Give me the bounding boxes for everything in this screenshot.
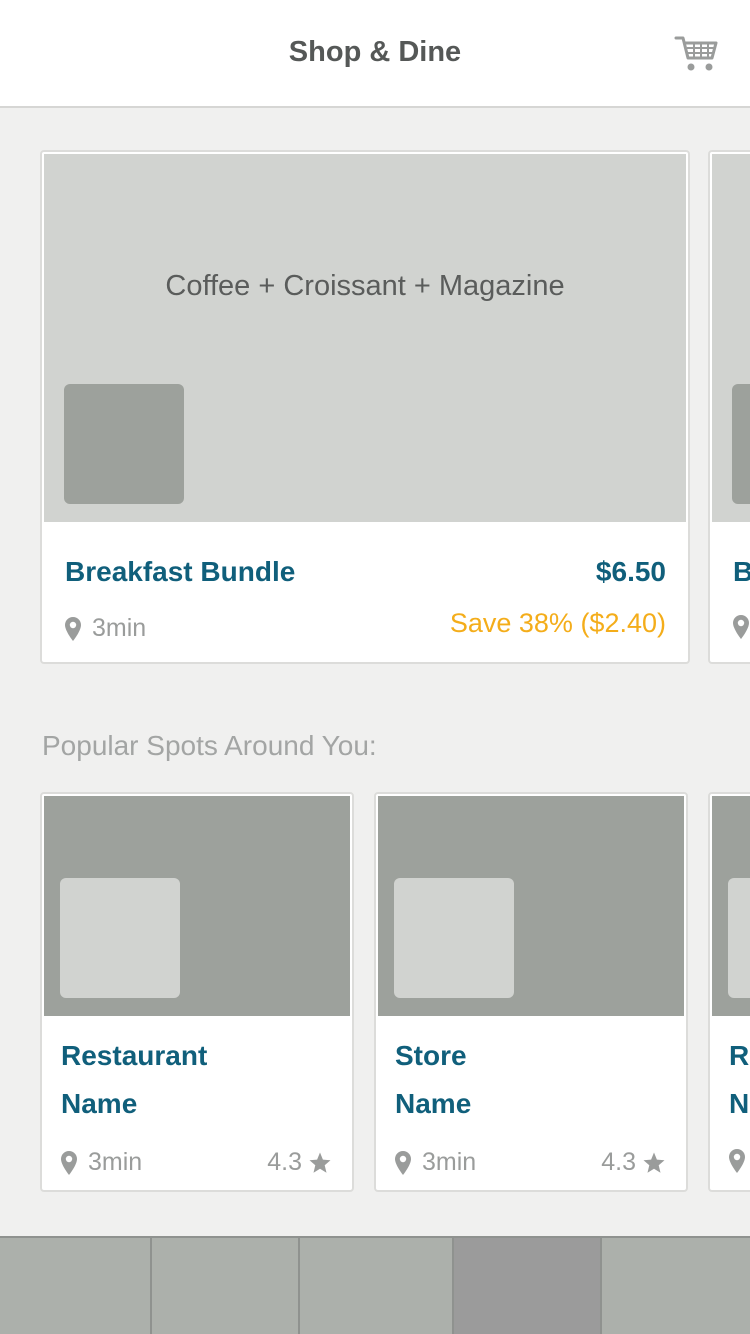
tab-4-active[interactable]: [454, 1238, 602, 1334]
spot-time: 3min: [88, 1148, 143, 1176]
bottom-tab-bar: [0, 1236, 750, 1334]
map-pin-icon: [733, 615, 749, 639]
bundle-distance: [732, 614, 750, 640]
spot-name: Store Name: [395, 1032, 635, 1128]
spot-name-line: Name: [61, 1088, 138, 1119]
bundle-distance: 3min: [64, 614, 146, 643]
spot-logo: [60, 878, 180, 998]
spot-rating: 4.3: [267, 1148, 332, 1177]
spot-card[interactable]: Store Name 3min 4.3: [374, 792, 688, 1192]
map-pin-icon: [65, 616, 81, 641]
spot-card[interactable]: Re N: [708, 792, 750, 1192]
bundle-price: $6.50: [595, 556, 666, 587]
spot-rating: 4.3: [601, 1148, 666, 1177]
bundle-card[interactable]: B: [708, 150, 750, 664]
spot-name-line: Store: [395, 1040, 467, 1071]
section-heading: Popular Spots Around You:: [42, 730, 377, 761]
spot-name: Re N: [729, 1032, 750, 1128]
bundle-vendor-logo: [64, 384, 184, 504]
spot-distance: [728, 1148, 746, 1174]
spot-image: [378, 796, 684, 1016]
spot-name: Restaurant Name: [61, 1032, 301, 1128]
spot-image: [44, 796, 350, 1016]
cart-button[interactable]: [674, 34, 720, 74]
bundle-name: B: [733, 556, 750, 588]
rating-value: 4.3: [267, 1148, 302, 1176]
bundle-vendor-logo: [732, 384, 750, 504]
rating-value: 4.3: [601, 1148, 636, 1176]
bundle-image: Coffee + Croissant + Magazine: [44, 154, 686, 522]
bundle-savings: Save 38% ($2.40): [449, 608, 666, 638]
spot-logo: [394, 878, 514, 998]
tab-1[interactable]: [0, 1238, 152, 1334]
tab-2[interactable]: [152, 1238, 300, 1334]
spot-image: [712, 796, 750, 1016]
spot-distance: 3min: [394, 1148, 476, 1177]
star-icon: [643, 1152, 665, 1173]
spot-card[interactable]: Restaurant Name 3min 4.3: [40, 792, 354, 1192]
bundle-card[interactable]: Coffee + Croissant + Magazine Breakfast …: [40, 150, 690, 664]
map-pin-icon: [395, 1150, 411, 1175]
tab-3[interactable]: [300, 1238, 454, 1334]
bundle-image: [712, 154, 750, 522]
spot-name-line: Re: [729, 1040, 750, 1071]
page-title: Shop & Dine: [288, 36, 462, 68]
spot-name-line: Name: [395, 1088, 472, 1119]
bundle-name: Breakfast Bundle: [65, 556, 296, 587]
spot-logo: [728, 878, 750, 998]
star-icon: [309, 1152, 331, 1173]
spot-name-line: N: [729, 1088, 750, 1119]
map-pin-icon: [729, 1149, 745, 1173]
map-pin-icon: [61, 1150, 77, 1175]
screen: Shop & Dine Coffee + Croissant + Magazin…: [0, 0, 750, 1334]
spot-time: 3min: [422, 1148, 477, 1176]
top-bar: Shop & Dine: [0, 0, 750, 108]
cart-icon: [674, 36, 718, 71]
spot-name-line: Restaurant: [61, 1040, 208, 1071]
spot-distance: 3min: [60, 1148, 142, 1177]
bundle-time: 3min: [92, 614, 147, 642]
bundle-image-caption: Coffee + Croissant + Magazine: [165, 270, 565, 302]
tab-5[interactable]: [602, 1238, 750, 1334]
